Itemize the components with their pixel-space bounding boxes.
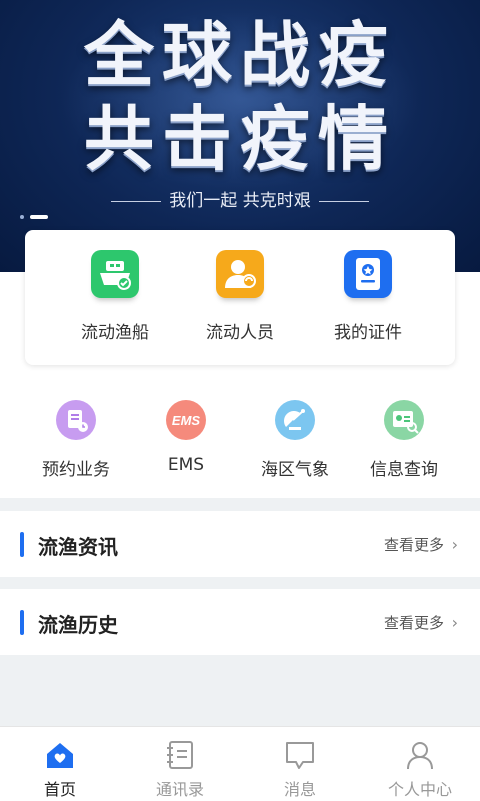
service-label: 海区气象 bbox=[261, 460, 329, 480]
service-label: EMS bbox=[167, 455, 205, 475]
action-label: 我的证件 bbox=[334, 323, 402, 343]
service-sea-weather[interactable]: 海区气象 bbox=[240, 400, 350, 480]
service-label: 预约业务 bbox=[42, 460, 110, 480]
appointment-icon bbox=[56, 400, 96, 440]
contacts-icon bbox=[164, 739, 196, 771]
section-title: 流渔历史 bbox=[38, 613, 118, 637]
banner-subtitle: 我们一起 共克时艰 bbox=[0, 186, 480, 211]
nav-label: 消息 bbox=[283, 780, 316, 799]
profile-icon bbox=[404, 739, 436, 771]
nav-label: 通讯录 bbox=[155, 780, 204, 799]
home-icon bbox=[44, 739, 76, 771]
section-fishery-news: 流渔资讯 查看更多 › bbox=[0, 511, 480, 577]
info-query-icon bbox=[384, 400, 424, 440]
ems-icon: EMS bbox=[166, 400, 206, 440]
carousel-indicator bbox=[20, 206, 48, 225]
service-info-query[interactable]: 信息查询 bbox=[349, 400, 459, 480]
person-icon bbox=[216, 250, 264, 298]
action-label: 流动渔船 bbox=[81, 323, 149, 343]
service-appointment[interactable]: 预约业务 bbox=[21, 400, 131, 480]
svg-text:EMS: EMS bbox=[172, 413, 201, 428]
bottom-navigation: 首页 通讯录 消息 个人中心 bbox=[0, 726, 480, 801]
section-accent-bar bbox=[20, 532, 24, 557]
carousel-dot bbox=[20, 214, 24, 219]
banner-title-line2: 共击疫情 bbox=[84, 98, 396, 180]
chevron-right-icon[interactable]: › bbox=[452, 613, 458, 632]
action-label: 流动人员 bbox=[206, 323, 274, 343]
weather-radar-icon bbox=[275, 400, 315, 440]
carousel-dot-active bbox=[30, 214, 48, 219]
section-title: 流渔资讯 bbox=[38, 535, 118, 559]
fishing-boat-icon bbox=[91, 250, 139, 298]
id-document-icon bbox=[344, 250, 392, 298]
nav-contacts[interactable]: 通讯录 bbox=[120, 727, 240, 801]
chevron-right-icon[interactable]: › bbox=[452, 535, 458, 554]
main-actions-card: 流动渔船 流动人员 我的证件 bbox=[25, 230, 455, 365]
service-label: 信息查询 bbox=[370, 460, 438, 480]
action-mobile-person[interactable]: 流动人员 bbox=[180, 250, 300, 343]
nav-home[interactable]: 首页 bbox=[0, 727, 120, 801]
divider-left bbox=[111, 200, 162, 202]
divider-right bbox=[318, 200, 369, 202]
view-more-link[interactable]: 查看更多 bbox=[384, 612, 444, 633]
view-more-link[interactable]: 查看更多 bbox=[384, 534, 444, 555]
action-my-documents[interactable]: 我的证件 bbox=[308, 250, 428, 343]
nav-label: 个人中心 bbox=[387, 780, 452, 799]
section-accent-bar bbox=[20, 610, 24, 635]
banner-title-line1: 全球战疫 bbox=[84, 14, 396, 96]
nav-profile[interactable]: 个人中心 bbox=[360, 727, 480, 801]
service-ems[interactable]: EMS EMS bbox=[131, 400, 241, 475]
nav-messages[interactable]: 消息 bbox=[240, 727, 360, 801]
section-fishery-history: 流渔历史 查看更多 › bbox=[0, 589, 480, 655]
banner-subtitle-text: 我们一起 共克时艰 bbox=[169, 191, 311, 211]
nav-label: 首页 bbox=[43, 780, 76, 799]
action-fishing-boat[interactable]: 流动渔船 bbox=[55, 250, 175, 343]
message-icon bbox=[284, 739, 316, 771]
